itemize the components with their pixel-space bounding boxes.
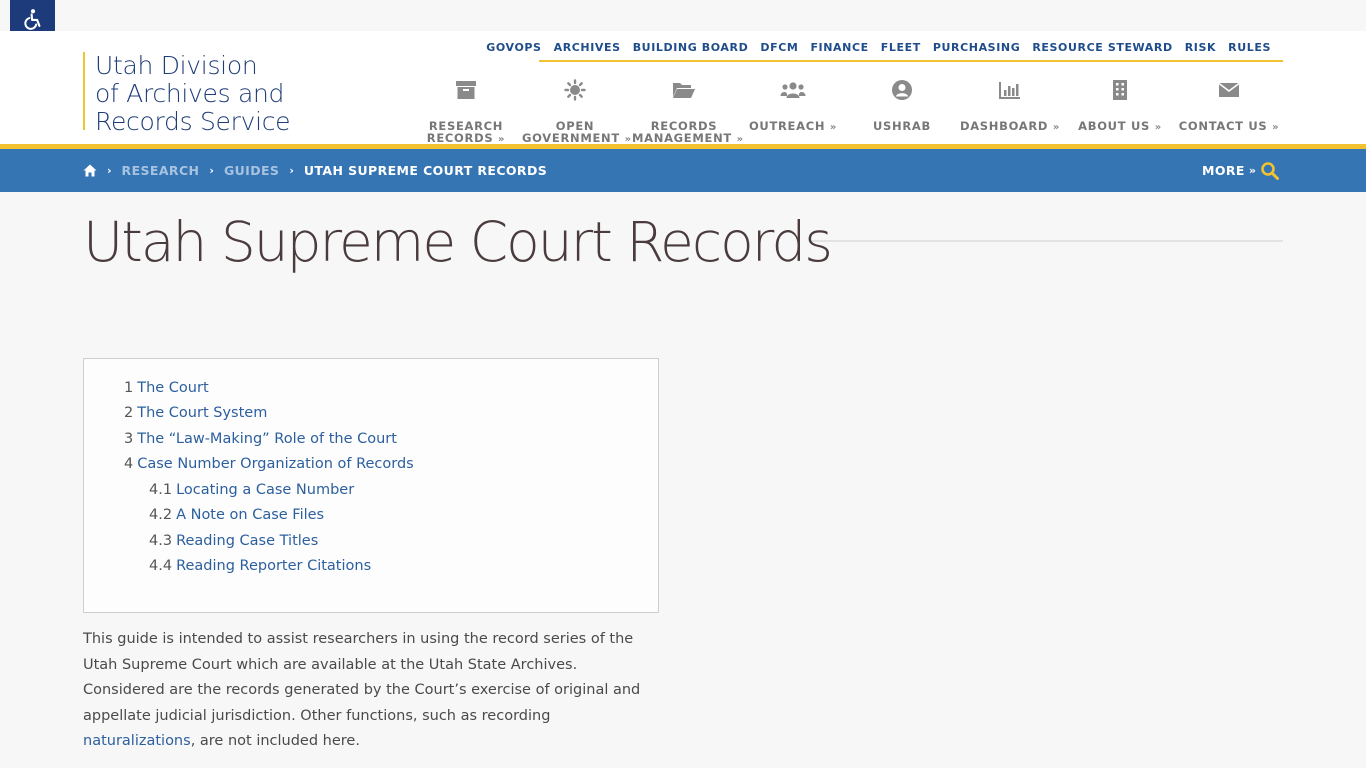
nav-label-line2: MANAGEMENT: [632, 131, 732, 145]
chevron-right-icon: ›: [209, 164, 214, 177]
logo-line-1: Utah Division: [95, 51, 258, 80]
main-nav: RESEARCH RECORDS » OPEN GOVERNMENT » REC…: [0, 77, 1366, 146]
nav-open-government[interactable]: OPEN GOVERNMENT »: [522, 77, 631, 146]
toc-item[interactable]: 4.4 Reading Reporter Citations: [84, 554, 658, 580]
naturalizations-link[interactable]: naturalizations: [83, 733, 191, 749]
title-divider: [812, 240, 1283, 242]
util-link-archives[interactable]: ARCHIVES: [554, 41, 621, 54]
toc-link[interactable]: Reading Case Titles: [176, 533, 318, 549]
nav-research-records[interactable]: RESEARCH RECORDS »: [422, 77, 510, 146]
nav-label-line1: DASHBOARD: [959, 119, 1049, 133]
nav-label-line1: OUTREACH: [748, 119, 826, 133]
wheelchair-icon: [23, 9, 40, 30]
toc-item[interactable]: 4 Case Number Organization of Records: [84, 452, 658, 478]
util-link-fleet[interactable]: FLEET: [881, 41, 921, 54]
chevron-right-icon: ›: [107, 164, 112, 177]
nav-label-line1: ABOUT US: [1078, 119, 1150, 133]
util-link-govops[interactable]: GOVOPS: [486, 41, 541, 54]
toc-item[interactable]: 4.1 Locating a Case Number: [84, 477, 658, 503]
user-circle-icon: [892, 80, 912, 100]
util-link-building-board[interactable]: BUILDING BOARD: [633, 41, 749, 54]
chevron-down-icon: »: [829, 122, 838, 133]
toc-item[interactable]: 4.2 A Note on Case Files: [84, 503, 658, 529]
page-title: Utah Supreme Court Records: [83, 210, 833, 274]
breadcrumb: › RESEARCH › GUIDES › UTAH SUPREME COURT…: [83, 149, 547, 192]
nav-dashboard[interactable]: DASHBOARD »: [958, 77, 1062, 134]
folder-open-icon: [673, 83, 695, 98]
toc-link[interactable]: A Note on Case Files: [176, 507, 324, 523]
toc-link[interactable]: The Court: [137, 380, 208, 396]
toc-item[interactable]: 1 The Court: [84, 375, 658, 401]
chevron-right-icon: ›: [289, 164, 294, 177]
breadcrumb-guides[interactable]: GUIDES: [224, 163, 279, 178]
intro-paragraph: This guide is intended to assist researc…: [83, 631, 641, 749]
table-of-contents: 1 The Court 2 The Court System 3 The “Law-M…: [83, 358, 659, 613]
nav-records-management[interactable]: RECORDS MANAGEMENT »: [632, 77, 743, 146]
util-link-risk[interactable]: RISK: [1185, 41, 1216, 54]
nav-outreach[interactable]: OUTREACH »: [748, 77, 838, 134]
breadcrumb-research[interactable]: RESEARCH: [122, 163, 200, 178]
chevron-down-icon: »: [1154, 122, 1162, 133]
chevron-down-icon: »: [1272, 122, 1280, 133]
more-menu-button[interactable]: MORE »: [1202, 149, 1256, 192]
breadcrumb-current: UTAH SUPREME COURT RECORDS: [303, 163, 548, 178]
toc-link[interactable]: Case Number Organization of Records: [137, 456, 414, 472]
util-link-finance[interactable]: FINANCE: [810, 41, 868, 54]
search-icon[interactable]: [1260, 161, 1280, 181]
utility-nav: GOVOPS ARCHIVES BUILDING BOARD DFCM FINA…: [486, 31, 1283, 62]
util-link-resource-steward[interactable]: RESOURCE STEWARD: [1032, 41, 1172, 54]
nav-label-line1: USHRAB: [873, 119, 931, 133]
toc-item[interactable]: 4.3 Reading Case Titles: [84, 528, 658, 554]
site-header: Utah Division of Archives and Records Se…: [0, 31, 1366, 146]
nav-label-line1: CONTACT US: [1178, 119, 1268, 133]
users-icon: [780, 82, 806, 98]
bar-chart-icon: [999, 82, 1020, 99]
building-icon: [1113, 80, 1127, 100]
util-link-rules[interactable]: RULES: [1228, 41, 1271, 54]
archive-box-icon: [456, 81, 476, 99]
chevron-down-icon: »: [1052, 122, 1061, 133]
nav-label-line2: GOVERNMENT: [522, 131, 620, 145]
util-link-purchasing[interactable]: PURCHASING: [933, 41, 1021, 54]
toc-link[interactable]: The “Law-Making” Role of the Court: [137, 431, 397, 447]
nav-contact-us[interactable]: CONTACT US »: [1176, 77, 1282, 134]
envelope-icon: [1218, 82, 1240, 97]
nav-ushrab[interactable]: USHRAB: [866, 77, 938, 132]
chevron-down-icon: »: [1248, 164, 1257, 177]
util-link-dfcm[interactable]: DFCM: [760, 41, 798, 54]
sun-icon: [564, 79, 586, 101]
breadcrumb-bar: › RESEARCH › GUIDES › UTAH SUPREME COURT…: [0, 149, 1366, 192]
nav-about-us[interactable]: ABOUT US »: [1076, 77, 1164, 134]
toc-link[interactable]: The Court System: [137, 405, 267, 421]
nav-label-line2: RECORDS: [426, 131, 494, 145]
toc-link[interactable]: Locating a Case Number: [176, 482, 354, 498]
toc-item[interactable]: 3 The “Law-Making” Role of the Court: [84, 426, 658, 452]
toc-item[interactable]: 2 The Court System: [84, 401, 658, 427]
more-label: MORE: [1202, 163, 1245, 178]
toc-link[interactable]: Reading Reporter Citations: [176, 558, 371, 574]
home-icon[interactable]: [83, 164, 97, 177]
